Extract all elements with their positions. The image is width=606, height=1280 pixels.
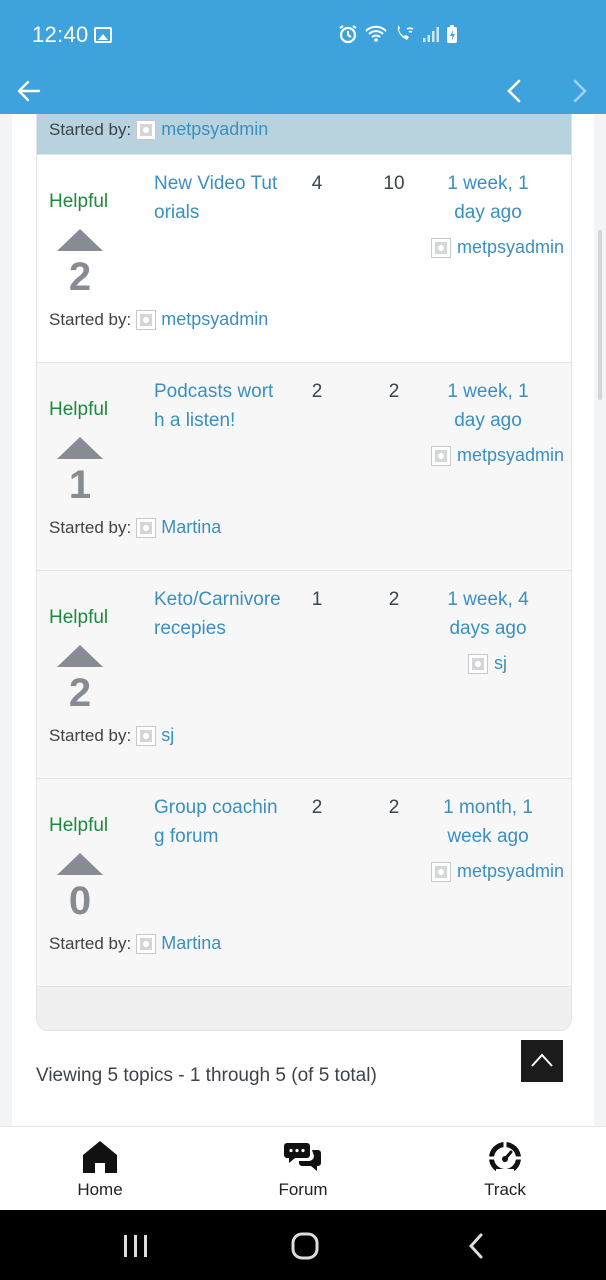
started-by-label: Started by: [49,309,132,329]
voice-count: 2 [311,797,323,818]
topic-title-link[interactable]: New Video Tutorials [154,169,282,227]
upvote-arrow-icon[interactable] [57,437,103,459]
started-by-label: Started by: [49,517,132,537]
vote-count: 0 [68,879,92,923]
started-by: Started by: metpsyadmin [49,119,268,140]
post-count: 10 [383,173,405,194]
avatar [136,933,157,954]
speedometer-icon [489,1141,521,1175]
avatar [136,309,157,330]
post-count: 2 [388,381,400,402]
wifi-icon [364,24,388,49]
image-notification-icon [94,27,112,43]
bottom-navigation: Home Forum Track [0,1126,606,1210]
voice-count: 4 [311,173,323,194]
topic-row: Helpful 1 Podcasts worth a listen! 2 2 1… [37,363,571,571]
chat-bubbles-icon [284,1143,321,1171]
freshness-link[interactable]: 1 month, 1 week ago [433,793,543,851]
freshness-link[interactable]: 1 week, 1 day ago [433,169,543,227]
nav-track[interactable]: Track [435,1127,575,1211]
post-count: 2 [388,589,400,610]
system-back-icon[interactable] [466,1232,486,1260]
topic-title-link[interactable]: Group coaching forum [154,793,282,851]
status-bar: 12:40 [0,0,606,66]
freshness-user[interactable]: metpsyadmin [430,237,564,258]
app-bar [0,66,606,114]
signal-icon [422,25,440,48]
avatar [468,653,488,674]
forum-page: Started by: metpsyadmin Helpful 2 New Vi… [12,114,594,1126]
next-page-chevron-icon[interactable] [568,79,590,103]
upvote-arrow-icon[interactable] [57,645,103,667]
started-by-user-link[interactable]: metpsyadmin [161,119,268,140]
vote-count: 1 [68,463,92,507]
started-by: Started by: Martina [49,933,221,954]
freshness-user[interactable]: metpsyadmin [430,861,564,882]
avatar [136,725,157,746]
system-status-icons [338,24,458,49]
helpful-label: Helpful [49,399,109,420]
avatar [430,445,451,466]
started-by: Started by: metpsyadmin [49,309,268,330]
chevron-up-icon [531,1053,553,1067]
nav-forum-label: Forum [278,1180,328,1199]
topic-row: Helpful 2 New Video Tutorials 4 10 1 wee… [37,155,571,363]
freshness-user-link[interactable]: metpsyadmin [457,237,564,258]
home-circle-icon[interactable] [290,1232,320,1260]
scroll-to-top-button[interactable] [521,1040,563,1082]
started-by-user-link[interactable]: sj [161,725,174,746]
freshness-user-link[interactable]: metpsyadmin [457,445,564,466]
helpful-label: Helpful [49,815,109,836]
started-by: Started by: sj [49,725,174,746]
upvote-arrow-icon[interactable] [57,853,103,875]
avatar [136,517,157,538]
topics-table: Started by: metpsyadmin Helpful 2 New Vi… [36,114,572,1031]
wifi-call-icon [394,24,416,49]
post-count: 2 [388,797,400,818]
back-arrow-icon[interactable] [16,78,42,104]
home-icon [83,1141,117,1173]
freshness-user-link[interactable]: metpsyadmin [457,861,564,882]
status-time: 12:40 [32,22,89,47]
helpful-label: Helpful [49,607,109,628]
nav-track-label: Track [484,1180,526,1199]
started-by-label: Started by: [49,933,132,953]
nav-home-label: Home [77,1180,123,1199]
started-by-user-link[interactable]: Martina [161,517,221,538]
vote-count: 2 [68,255,92,299]
avatar [430,237,451,258]
started-by: Started by: Martina [49,517,221,538]
topic-row: Helpful 0 Group coaching forum 2 2 1 mon… [37,779,571,987]
upvote-arrow-icon[interactable] [57,229,103,251]
freshness-user[interactable]: metpsyadmin [430,445,564,466]
freshness-user-link[interactable]: sj [494,653,507,674]
topic-row: Helpful 2 Keto/Carnivore recepies 1 2 1 … [37,571,571,779]
prev-page-chevron-icon[interactable] [504,79,526,103]
recent-apps-icon[interactable] [122,1234,150,1258]
sticky-topic-row-tail: Started by: metpsyadmin [37,114,571,155]
freshness-user[interactable]: sj [468,653,507,674]
started-by-label: Started by: [49,725,132,745]
voice-count: 1 [311,589,323,610]
voice-count: 2 [311,381,323,402]
topic-title-link[interactable]: Podcasts worth a listen! [154,377,282,435]
avatar [136,119,157,140]
started-by-label: Started by: [49,119,132,139]
freshness-link[interactable]: 1 week, 1 day ago [433,377,543,435]
scrollbar-thumb[interactable] [598,230,602,400]
started-by-user-link[interactable]: metpsyadmin [161,309,268,330]
nav-home[interactable]: Home [30,1127,170,1211]
topic-title-link[interactable]: Keto/Carnivore recepies [154,585,282,643]
freshness-link[interactable]: 1 week, 4 days ago [433,585,543,643]
helpful-label: Helpful [49,191,109,212]
avatar [430,861,451,882]
vote-count: 2 [68,671,92,715]
system-navigation-bar [0,1210,606,1280]
battery-charging-icon [446,24,458,49]
nav-forum[interactable]: Forum [233,1127,373,1211]
pagination-summary: Viewing 5 topics - 1 through 5 (of 5 tot… [36,1065,377,1086]
alarm-icon [338,24,358,49]
started-by-user-link[interactable]: Martina [161,933,221,954]
topics-table-footer [37,987,571,1030]
